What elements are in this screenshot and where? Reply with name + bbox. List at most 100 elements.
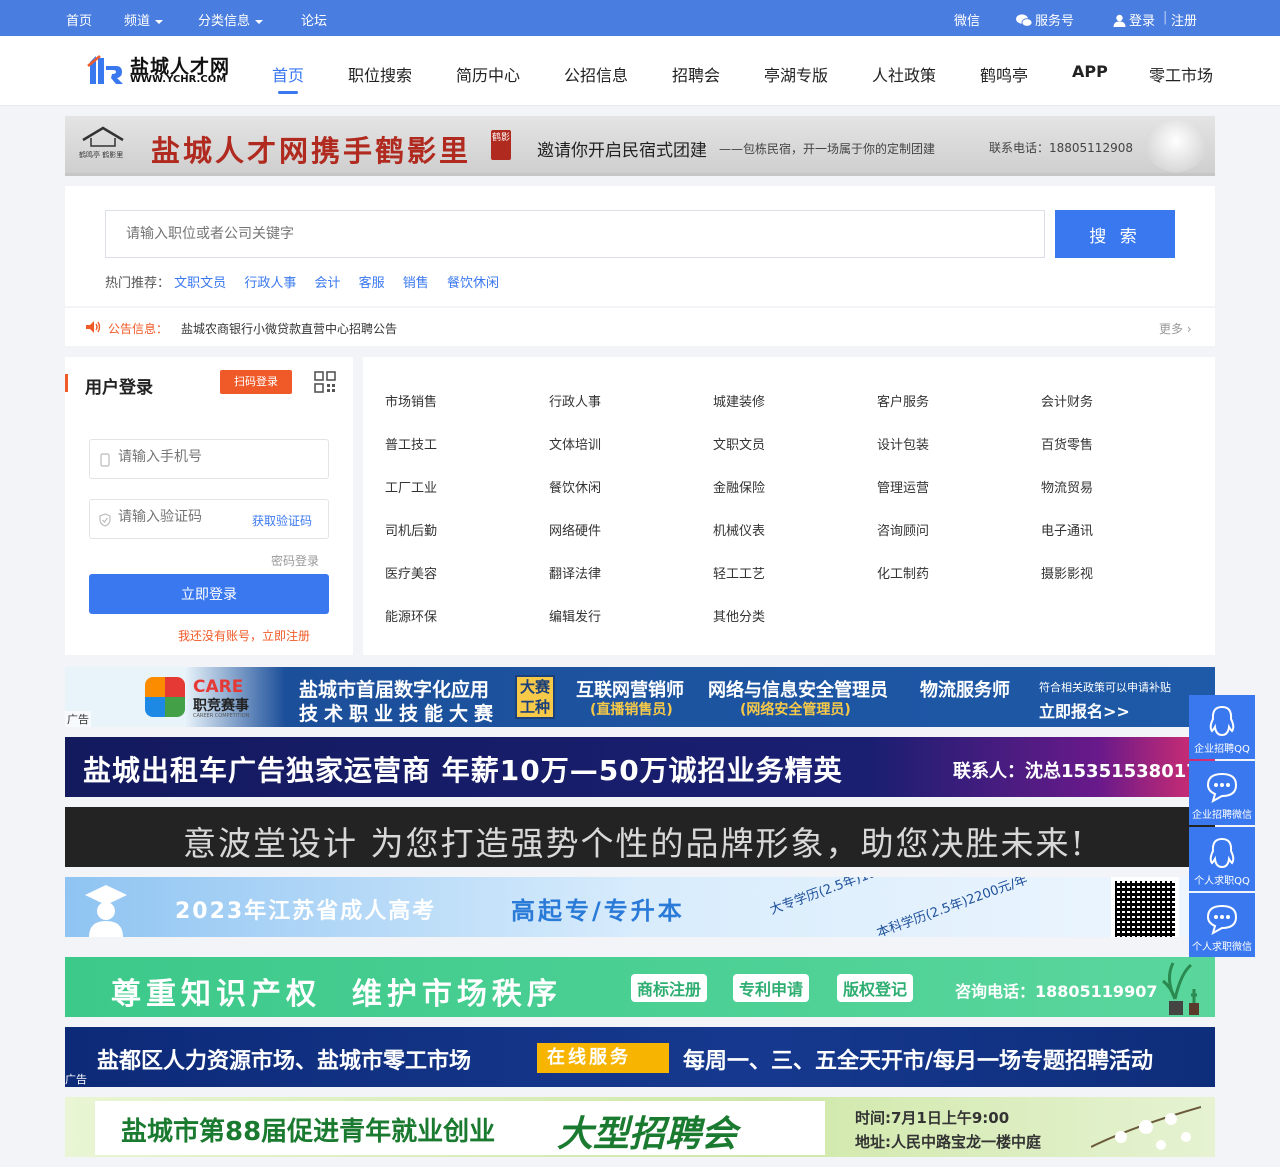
banner-seal: 鹤影 bbox=[491, 130, 511, 160]
nav-app[interactable]: APP bbox=[1072, 62, 1108, 81]
category-link[interactable]: 管理运营 bbox=[877, 477, 929, 496]
hot-keyword[interactable]: 销售 bbox=[403, 276, 429, 291]
category-link[interactable]: 文职文员 bbox=[713, 434, 765, 453]
service-label: 服务号 bbox=[1035, 14, 1075, 29]
category-link[interactable]: 轻工工艺 bbox=[713, 563, 765, 582]
category-link[interactable]: 设计包装 bbox=[877, 434, 929, 453]
title-accent bbox=[65, 374, 68, 392]
hot-label: 热门推荐： bbox=[105, 276, 171, 291]
side-button-company-qq[interactable]: 企业招聘QQ bbox=[1189, 695, 1255, 759]
edu-title: 2023年江苏省成人高考 bbox=[175, 899, 437, 924]
category-link[interactable]: 能源环保 bbox=[385, 606, 437, 625]
top-link-channel[interactable]: 频道 bbox=[124, 10, 164, 29]
search-section: 搜 索 热门推荐： 文职文员 行政人事 会计 客服 销售 餐饮休闲 bbox=[65, 186, 1215, 306]
nav-resume-center[interactable]: 简历中心 bbox=[456, 62, 520, 86]
side-button-company-wechat[interactable]: 企业招聘微信 bbox=[1189, 761, 1255, 825]
search-button[interactable]: 搜 索 bbox=[1055, 210, 1175, 258]
password-login-link[interactable]: 密码登录 bbox=[271, 552, 319, 569]
ad-care-competition[interactable]: CARE 职竞赛事 CAREER COMPETITION 广告 盐城市首届数字化… bbox=[65, 667, 1215, 727]
qr-login-badge[interactable]: 扫码登录 bbox=[220, 370, 292, 394]
category-link[interactable]: 金融保险 bbox=[713, 477, 765, 496]
care-title-1: 盐城市首届数字化应用 bbox=[299, 679, 490, 701]
category-link[interactable]: 电子通讯 bbox=[1041, 520, 1093, 539]
login-submit-button[interactable]: 立即登录 bbox=[89, 574, 329, 614]
top-link-register[interactable]: 注册 bbox=[1171, 10, 1197, 29]
register-link[interactable]: 我还没有账号，立即注册 bbox=[178, 627, 310, 644]
nav-job-fair[interactable]: 招聘会 bbox=[672, 62, 720, 86]
category-link[interactable]: 会计财务 bbox=[1041, 391, 1093, 410]
category-link[interactable]: 司机后勤 bbox=[385, 520, 437, 539]
category-link[interactable]: 餐饮休闲 bbox=[549, 477, 601, 496]
code-field[interactable]: 获取验证码 bbox=[89, 499, 329, 539]
nav-home[interactable]: 首页 bbox=[272, 62, 304, 86]
category-link[interactable]: 翻译法律 bbox=[549, 563, 601, 582]
nav-tinghu[interactable]: 亭湖专版 bbox=[764, 62, 828, 86]
hot-keyword[interactable]: 餐饮休闲 bbox=[447, 276, 499, 291]
speaker-icon bbox=[86, 321, 101, 333]
nav-gig-market[interactable]: 零工市场 bbox=[1149, 62, 1213, 86]
top-link-home[interactable]: 首页 bbox=[66, 10, 92, 29]
code-input[interactable] bbox=[118, 509, 248, 525]
category-link[interactable]: 城建装修 bbox=[713, 391, 765, 410]
hot-keyword[interactable]: 会计 bbox=[314, 276, 340, 291]
market-title: 盐都区人力资源市场、盐城市零工市场 bbox=[97, 1049, 472, 1074]
ad-job-fair[interactable]: 盐城市第88届促进青年就业创业 大型招聘会 时间:7月1日上午9:00 地址:人… bbox=[65, 1097, 1215, 1157]
taxi-headline: 盐城出租车广告独家运营商 年薪10万—50万诚招业务精英 bbox=[83, 754, 843, 787]
qr-code-icon[interactable] bbox=[314, 371, 336, 393]
ad-intellectual-property[interactable]: 尊重知识产权 维护市场秩序 商标注册 专利申请 版权登记 咨询电话：188051… bbox=[65, 957, 1215, 1017]
category-link[interactable]: 咨询顾问 bbox=[877, 520, 929, 539]
fair-place: 地址:人民中路宝龙一楼中庭 bbox=[855, 1133, 1041, 1151]
notice-more[interactable]: 更多 › bbox=[1159, 320, 1192, 337]
ad-adult-education[interactable]: 2023年江苏省成人高考 高起专/专升本 大专学历(2.5年)1900元/年 本… bbox=[65, 877, 1215, 937]
category-link[interactable]: 行政人事 bbox=[549, 391, 601, 410]
notice-text[interactable]: 盐城农商银行小微贷款直营中心招聘公告 bbox=[181, 320, 397, 337]
ad-design-studio[interactable]: 意波堂设计 为您打造强势个性的品牌形象，助您决胜未来! bbox=[65, 807, 1215, 867]
category-link[interactable]: 物流贸易 bbox=[1041, 477, 1093, 496]
login-title: 用户登录 bbox=[85, 378, 153, 398]
top-link-forum[interactable]: 论坛 bbox=[301, 10, 327, 29]
category-link[interactable]: 医疗美容 bbox=[385, 563, 437, 582]
top-link-login[interactable]: 登录 bbox=[1113, 10, 1155, 29]
category-link[interactable]: 摄影影视 bbox=[1041, 563, 1093, 582]
ip-tag: 商标注册 bbox=[631, 974, 708, 1002]
phone-input[interactable] bbox=[118, 449, 318, 465]
category-link[interactable]: 化工制药 bbox=[877, 563, 929, 582]
site-header: 盐城人才网 WWW.YCHR.COM 首页 职位搜索 简历中心 公招信息 招聘会… bbox=[0, 36, 1280, 106]
get-code-button[interactable]: 获取验证码 bbox=[252, 512, 312, 529]
nav-public-recruit[interactable]: 公招信息 bbox=[564, 62, 628, 86]
category-link[interactable]: 市场销售 bbox=[385, 391, 437, 410]
banner-title: 盐城人才网携手鹤影里 bbox=[151, 134, 472, 168]
category-link[interactable]: 工厂工业 bbox=[385, 477, 437, 496]
logo-icon[interactable] bbox=[86, 52, 124, 86]
top-link-service[interactable]: 服务号 bbox=[1016, 10, 1074, 29]
category-link[interactable]: 客户服务 bbox=[877, 391, 929, 410]
hot-keyword[interactable]: 行政人事 bbox=[244, 276, 296, 291]
category-link[interactable]: 编辑发行 bbox=[549, 606, 601, 625]
side-label: 企业招聘QQ bbox=[1194, 744, 1250, 755]
phone-field[interactable] bbox=[89, 439, 329, 479]
care-cta[interactable]: 立即报名>> bbox=[1039, 698, 1130, 722]
search-input[interactable] bbox=[105, 210, 1045, 258]
nav-job-search[interactable]: 职位搜索 bbox=[348, 62, 412, 86]
category-link[interactable]: 网络硬件 bbox=[549, 520, 601, 539]
nav-heming[interactable]: 鹤鸣亭 bbox=[980, 62, 1028, 86]
category-link[interactable]: 机械仪表 bbox=[713, 520, 765, 539]
nav-policy[interactable]: 人社政策 bbox=[872, 62, 936, 86]
category-link[interactable]: 百货零售 bbox=[1041, 434, 1093, 453]
ad-labor-market[interactable]: 盐都区人力资源市场、盐城市零工市场 在线服务 每周一、三、五全天开市/每月一场专… bbox=[65, 1027, 1215, 1087]
care-logo-icon bbox=[145, 677, 185, 717]
category-link[interactable]: 文体培训 bbox=[549, 434, 601, 453]
side-button-personal-wechat[interactable]: 个人求职微信 bbox=[1189, 893, 1255, 957]
category-link[interactable]: 其他分类 bbox=[713, 606, 765, 625]
hot-keyword[interactable]: 文职文员 bbox=[174, 276, 226, 291]
side-button-personal-qq[interactable]: 个人求职QQ bbox=[1189, 827, 1255, 891]
ip-tag: 专利申请 bbox=[733, 974, 810, 1002]
banner-heyingli[interactable]: 鹤鸣亭 鹤影里 盐城人才网携手鹤影里 鹤影 邀请你开启民宿式团建 ——包栋民宿，… bbox=[65, 116, 1215, 176]
hot-keyword[interactable]: 客服 bbox=[359, 276, 385, 291]
ad-taxi[interactable]: 盐城出租车广告独家运营商 年薪10万—50万诚招业务精英 联系人：沈总15351… bbox=[65, 737, 1215, 797]
top-link-wechat[interactable]: 微信 bbox=[954, 10, 980, 29]
category-link[interactable]: 普工技工 bbox=[385, 434, 437, 453]
top-link-classified[interactable]: 分类信息 bbox=[198, 10, 264, 29]
ad-label: 广告 bbox=[65, 711, 91, 727]
category-panel: 市场销售 行政人事 城建装修 客户服务 会计财务 普工技工 文体培训 文职文员 … bbox=[363, 357, 1215, 655]
